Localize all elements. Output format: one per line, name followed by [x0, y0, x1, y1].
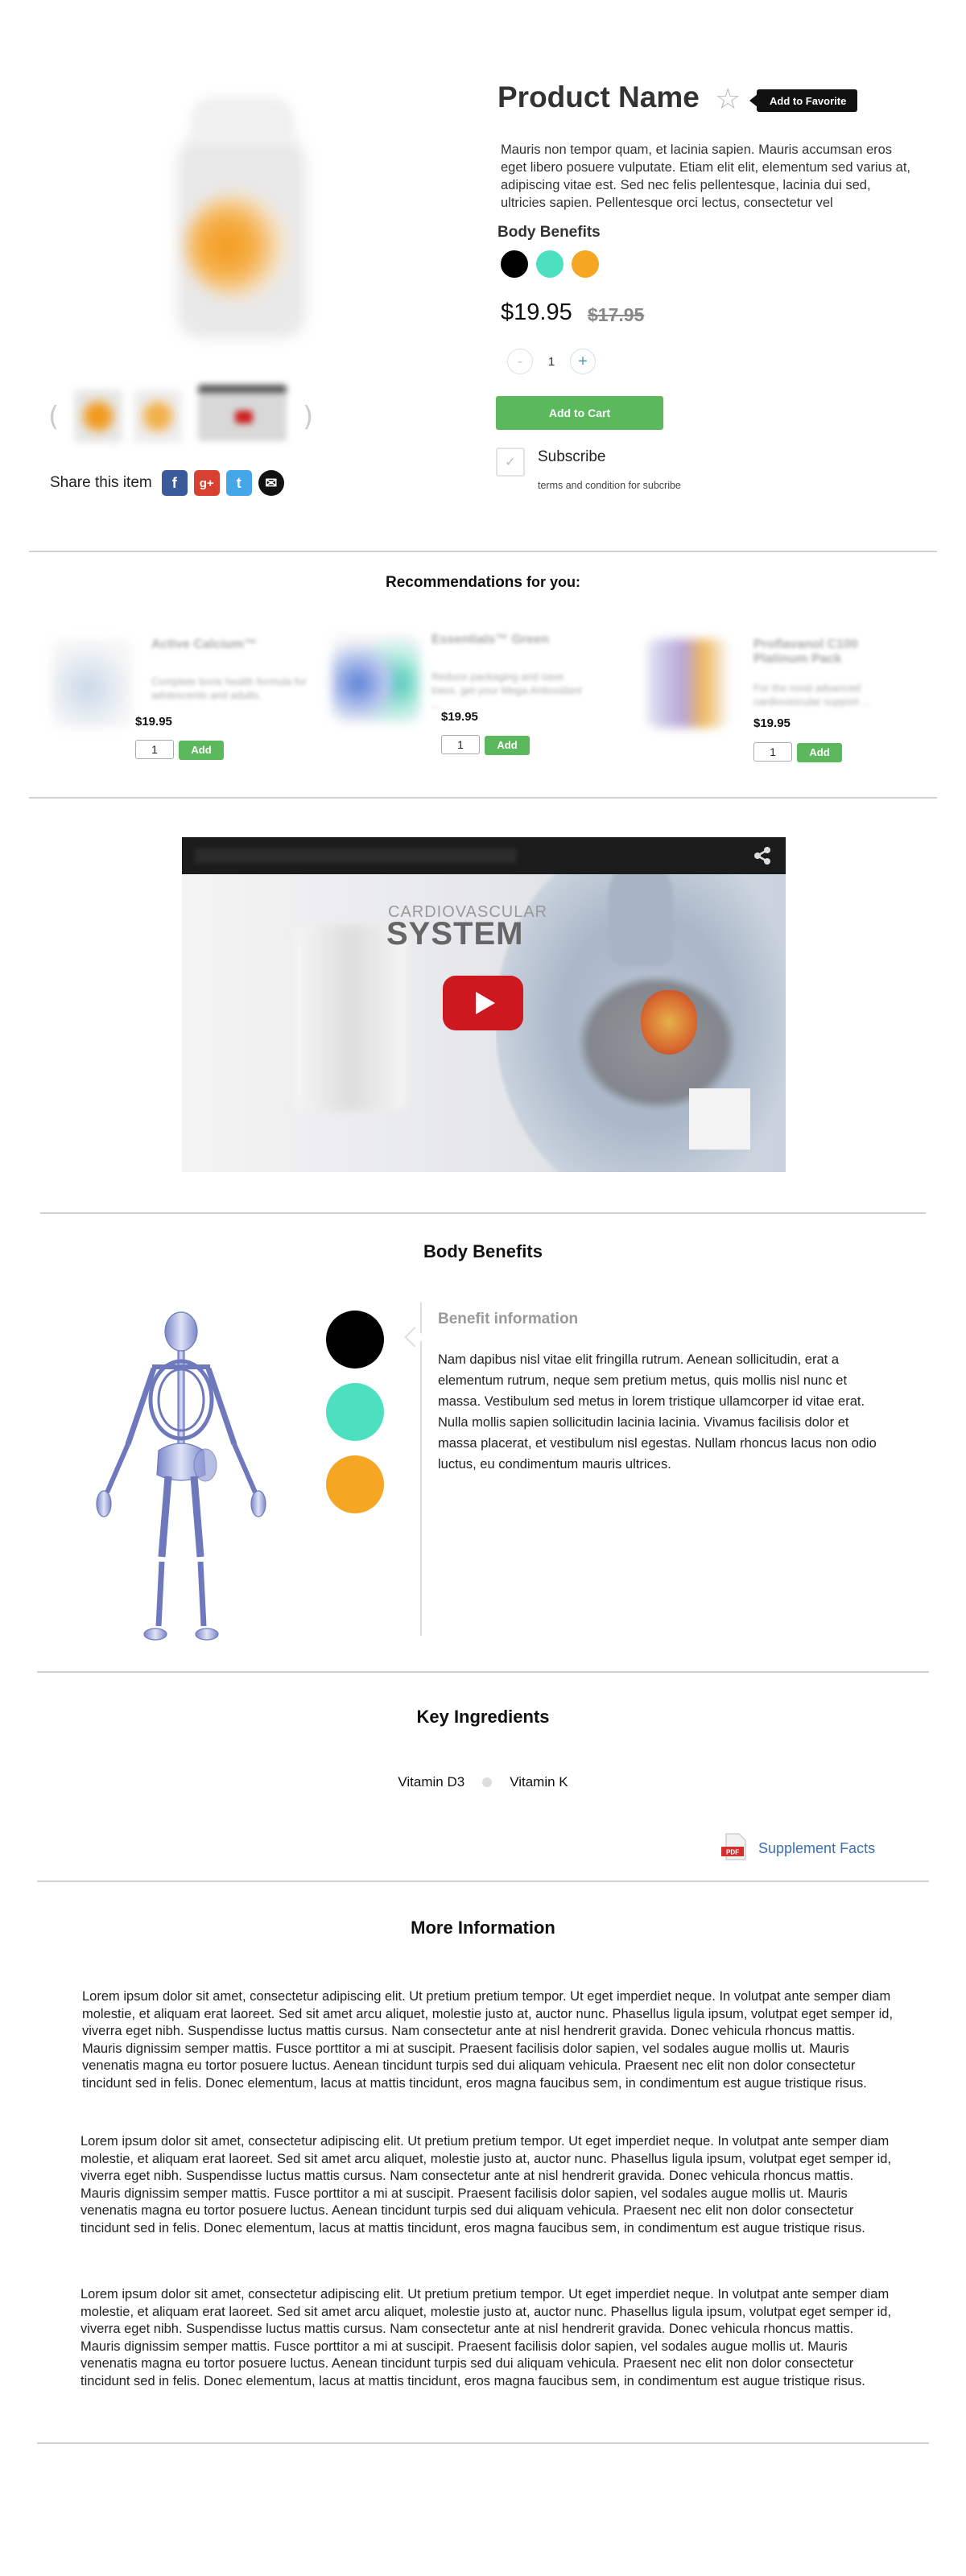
divider — [37, 2442, 929, 2444]
recommendation-add-button[interactable]: Add — [179, 741, 224, 760]
carousel-prev-arrow[interactable]: ( — [48, 401, 59, 433]
benefit-swatch-teal[interactable] — [536, 250, 564, 278]
recommendation-qty-input[interactable]: 1 — [441, 735, 480, 754]
ingredient-item[interactable]: Vitamin K — [510, 1774, 568, 1790]
recommendations-title-bold: Recommendations — [386, 574, 522, 591]
carousel-next-arrow[interactable]: ) — [303, 401, 313, 433]
recommendations-title: Recommendations for you: — [0, 574, 966, 592]
video-top-bar — [182, 837, 786, 874]
recommendation-card: Essentials™ Green Reduce packaging and s… — [332, 628, 605, 757]
subscribe-terms[interactable]: terms and condition for subcribe — [538, 480, 681, 491]
divider — [29, 551, 937, 552]
ingredient-list: Vitamin D3 Vitamin K — [0, 1774, 966, 1790]
ingredient-item[interactable]: Vitamin D3 — [398, 1774, 464, 1790]
product-description: Mauris non tempor quam, et lacinia sapie… — [501, 142, 911, 210]
product-image — [145, 72, 338, 362]
video-heart — [641, 990, 697, 1055]
recommendation-add-button[interactable]: Add — [797, 743, 842, 762]
body-benefits-label: Body Benefits — [497, 224, 601, 241]
video-player[interactable]: CARDIOVASCULAR SYSTEM — [182, 837, 786, 1172]
recommendation-image[interactable] — [52, 639, 132, 728]
recommendation-qty-input[interactable]: 1 — [135, 740, 174, 759]
benefit-circle-orange[interactable] — [326, 1455, 384, 1513]
subscribe-label: Subscribe — [538, 448, 606, 465]
benefit-swatch-orange[interactable] — [572, 250, 599, 278]
divider — [40, 1212, 926, 1214]
key-ingredients-title: Key Ingredients — [416, 1707, 550, 1727]
current-price: $19.95 — [501, 299, 572, 325]
recommendation-card: Proflavanol C100 Platinum Pack For the m… — [647, 633, 921, 762]
body-benefits-title: Body Benefits — [423, 1241, 543, 1261]
more-info-paragraph: Lorem ipsum dolor sit amet, consectetur … — [80, 2134, 892, 2235]
recommendation-price: $19.95 — [441, 710, 478, 724]
benefit-info-title: Benefit information — [438, 1311, 579, 1327]
add-to-cart-button[interactable]: Add to Cart — [496, 396, 663, 430]
add-to-favorite-button[interactable]: Add to Favorite — [749, 89, 858, 112]
recommendation-blurb: Complete bone health formula for adolesc… — [151, 675, 307, 701]
recommendation-blurb: For the most advanced cardiovascular sup… — [753, 682, 871, 708]
ingredient-separator — [482, 1777, 493, 1787]
star-icon[interactable]: ☆ — [715, 85, 741, 114]
pdf-icon[interactable]: PDF — [720, 1832, 749, 1861]
share-icon[interactable] — [750, 844, 774, 868]
recommendation-card: Active Calcium™ Complete bone health for… — [52, 633, 325, 762]
recommendation-blurb: Reduce packaging and save trees, get you… — [431, 671, 582, 710]
quantity-increase-button[interactable]: + — [570, 349, 596, 374]
share-label: Share this item — [50, 474, 152, 491]
video-title — [195, 848, 517, 863]
video-neck — [609, 861, 673, 966]
thumbnail-1[interactable] — [74, 390, 122, 443]
recommendation-name[interactable]: Essentials™ Green — [431, 633, 592, 647]
thumbnail-carousel: ( ) — [48, 385, 322, 449]
divider — [37, 1880, 929, 1882]
recommendation-add-button[interactable]: Add — [485, 736, 530, 755]
bottle-cap — [190, 97, 295, 145]
facebook-icon[interactable]: f — [161, 470, 188, 496]
thumbnail-2[interactable] — [134, 390, 182, 443]
bottle-label — [185, 193, 290, 298]
old-price: $17.95 — [588, 304, 645, 325]
video-label-big: SYSTEM — [386, 916, 524, 952]
more-info-paragraph: Lorem ipsum dolor sit amet, consectetur … — [80, 2287, 892, 2388]
recommendation-image[interactable] — [647, 639, 728, 728]
quantity-stepper: - 1 + — [507, 349, 596, 374]
more-information-title: More Information — [411, 1918, 555, 1938]
benefit-circle-black[interactable] — [326, 1311, 384, 1368]
thumbnail-video[interactable] — [198, 385, 287, 441]
video-overlay-box — [689, 1088, 750, 1150]
pdf-badge-text: PDF — [726, 1849, 739, 1856]
divider — [37, 1671, 929, 1673]
google-plus-icon[interactable]: g+ — [193, 470, 220, 496]
subscribe-checkbox[interactable]: ✓ — [496, 448, 525, 477]
recommendation-price: $19.95 — [135, 715, 172, 729]
twitter-icon[interactable]: t — [225, 470, 252, 496]
quantity-decrease-button[interactable]: - — [507, 349, 533, 374]
recommendation-qty-input[interactable]: 1 — [753, 742, 792, 762]
benefit-swatch-black[interactable] — [501, 250, 528, 278]
divider — [29, 797, 937, 799]
recommendation-image[interactable] — [332, 634, 420, 723]
quantity-value[interactable]: 1 — [533, 355, 570, 369]
play-icon[interactable] — [443, 976, 523, 1030]
supplement-facts-link[interactable]: Supplement Facts — [758, 1840, 875, 1857]
recommendation-name[interactable]: Active Calcium™ — [151, 638, 312, 652]
benefit-info-text: Nam dapibus nisl vitae elit fringilla ru… — [438, 1352, 877, 1472]
more-info-paragraph: Lorem ipsum dolor sit amet, consectetur … — [82, 1989, 894, 2091]
product-title: Product Name — [497, 80, 700, 114]
video-bottle — [295, 926, 407, 1111]
share-bar: Share this item f g+ t ✉ — [50, 469, 284, 497]
recommendation-name[interactable]: Proflavanol C100 Platinum Pack — [753, 638, 914, 667]
recommendations-title-rest: for you: — [522, 574, 580, 590]
benefit-divider-line — [420, 1302, 422, 1636]
benefit-circle-teal[interactable] — [326, 1383, 384, 1441]
email-icon[interactable]: ✉ — [258, 470, 284, 496]
recommendation-price: $19.95 — [753, 716, 791, 730]
skeleton-illustration — [96, 1311, 266, 1641]
